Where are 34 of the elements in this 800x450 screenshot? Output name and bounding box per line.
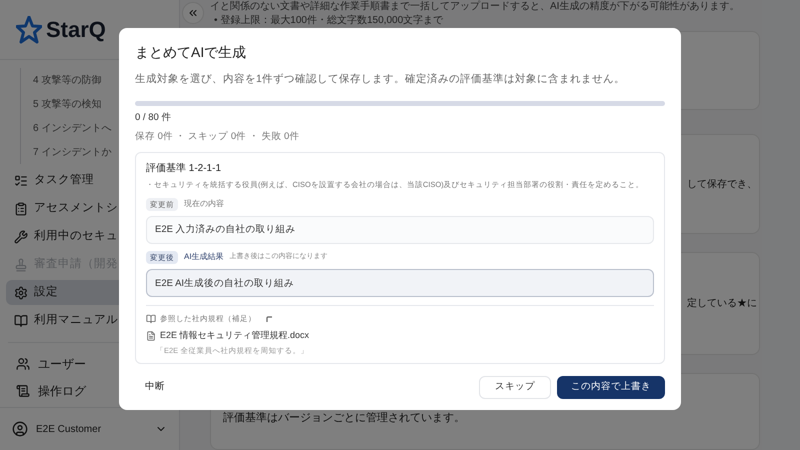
- overwrite-button[interactable]: この内容で上書き: [557, 376, 665, 399]
- generated-content-field[interactable]: E2E AI生成後の自社の取り組み: [146, 269, 654, 297]
- star-logo-icon: [16, 16, 42, 44]
- settings-icon: [14, 286, 28, 300]
- result-summary: 保存 0件 ・ スキップ 0件 ・ 失敗 0件: [135, 130, 300, 144]
- logo-text: StarQ: [46, 16, 106, 44]
- intro-text: イと関係のない文書や詳細な作業手順書まで一括してアップロードすると、AI生成の精度が下がる可能性があります。: [210, 0, 740, 13]
- book-icon: [14, 314, 28, 328]
- current-content-field[interactable]: E2E 入力済みの自社の取り組み: [146, 216, 654, 244]
- chevrons-left-icon: [187, 7, 199, 19]
- user-icon: [12, 421, 28, 437]
- before-label: 現在の内容: [184, 198, 224, 210]
- version-description: 評価基準はバージョンごとに管理されています。: [223, 411, 466, 426]
- user-menu[interactable]: E2E Customer: [0, 408, 179, 450]
- users-icon: [16, 357, 30, 371]
- card-text: して保存でき、: [687, 178, 757, 192]
- abort-button[interactable]: 中断: [135, 375, 175, 400]
- checklist-icon: [14, 174, 28, 188]
- dialog-description: 生成対象を選び、内容を1件ずつ確認して保存します。確定済みの評価基準は対象に含まれません。: [135, 72, 626, 87]
- arc-icon: [266, 316, 272, 322]
- dialog-title: まとめてAIで生成: [135, 43, 248, 62]
- log-icon: [16, 384, 30, 398]
- progress-count: 0 / 80 件: [135, 110, 172, 125]
- stamp-icon: [14, 258, 28, 272]
- collapse-button[interactable]: [182, 2, 204, 24]
- intro-bullet: • 登録上限：最大100件・総文字数150,000文字まで: [214, 14, 444, 27]
- sidebar-item[interactable]: ユーザー: [8, 352, 171, 376]
- wrench-icon: [14, 230, 28, 244]
- after-label: AI生成結果: [184, 251, 224, 264]
- document-icon: [146, 331, 156, 341]
- card-text: 定している★に: [687, 296, 757, 312]
- skip-button[interactable]: スキップ: [479, 376, 551, 399]
- clipboard-icon: [14, 202, 28, 216]
- book-icon: [146, 314, 156, 324]
